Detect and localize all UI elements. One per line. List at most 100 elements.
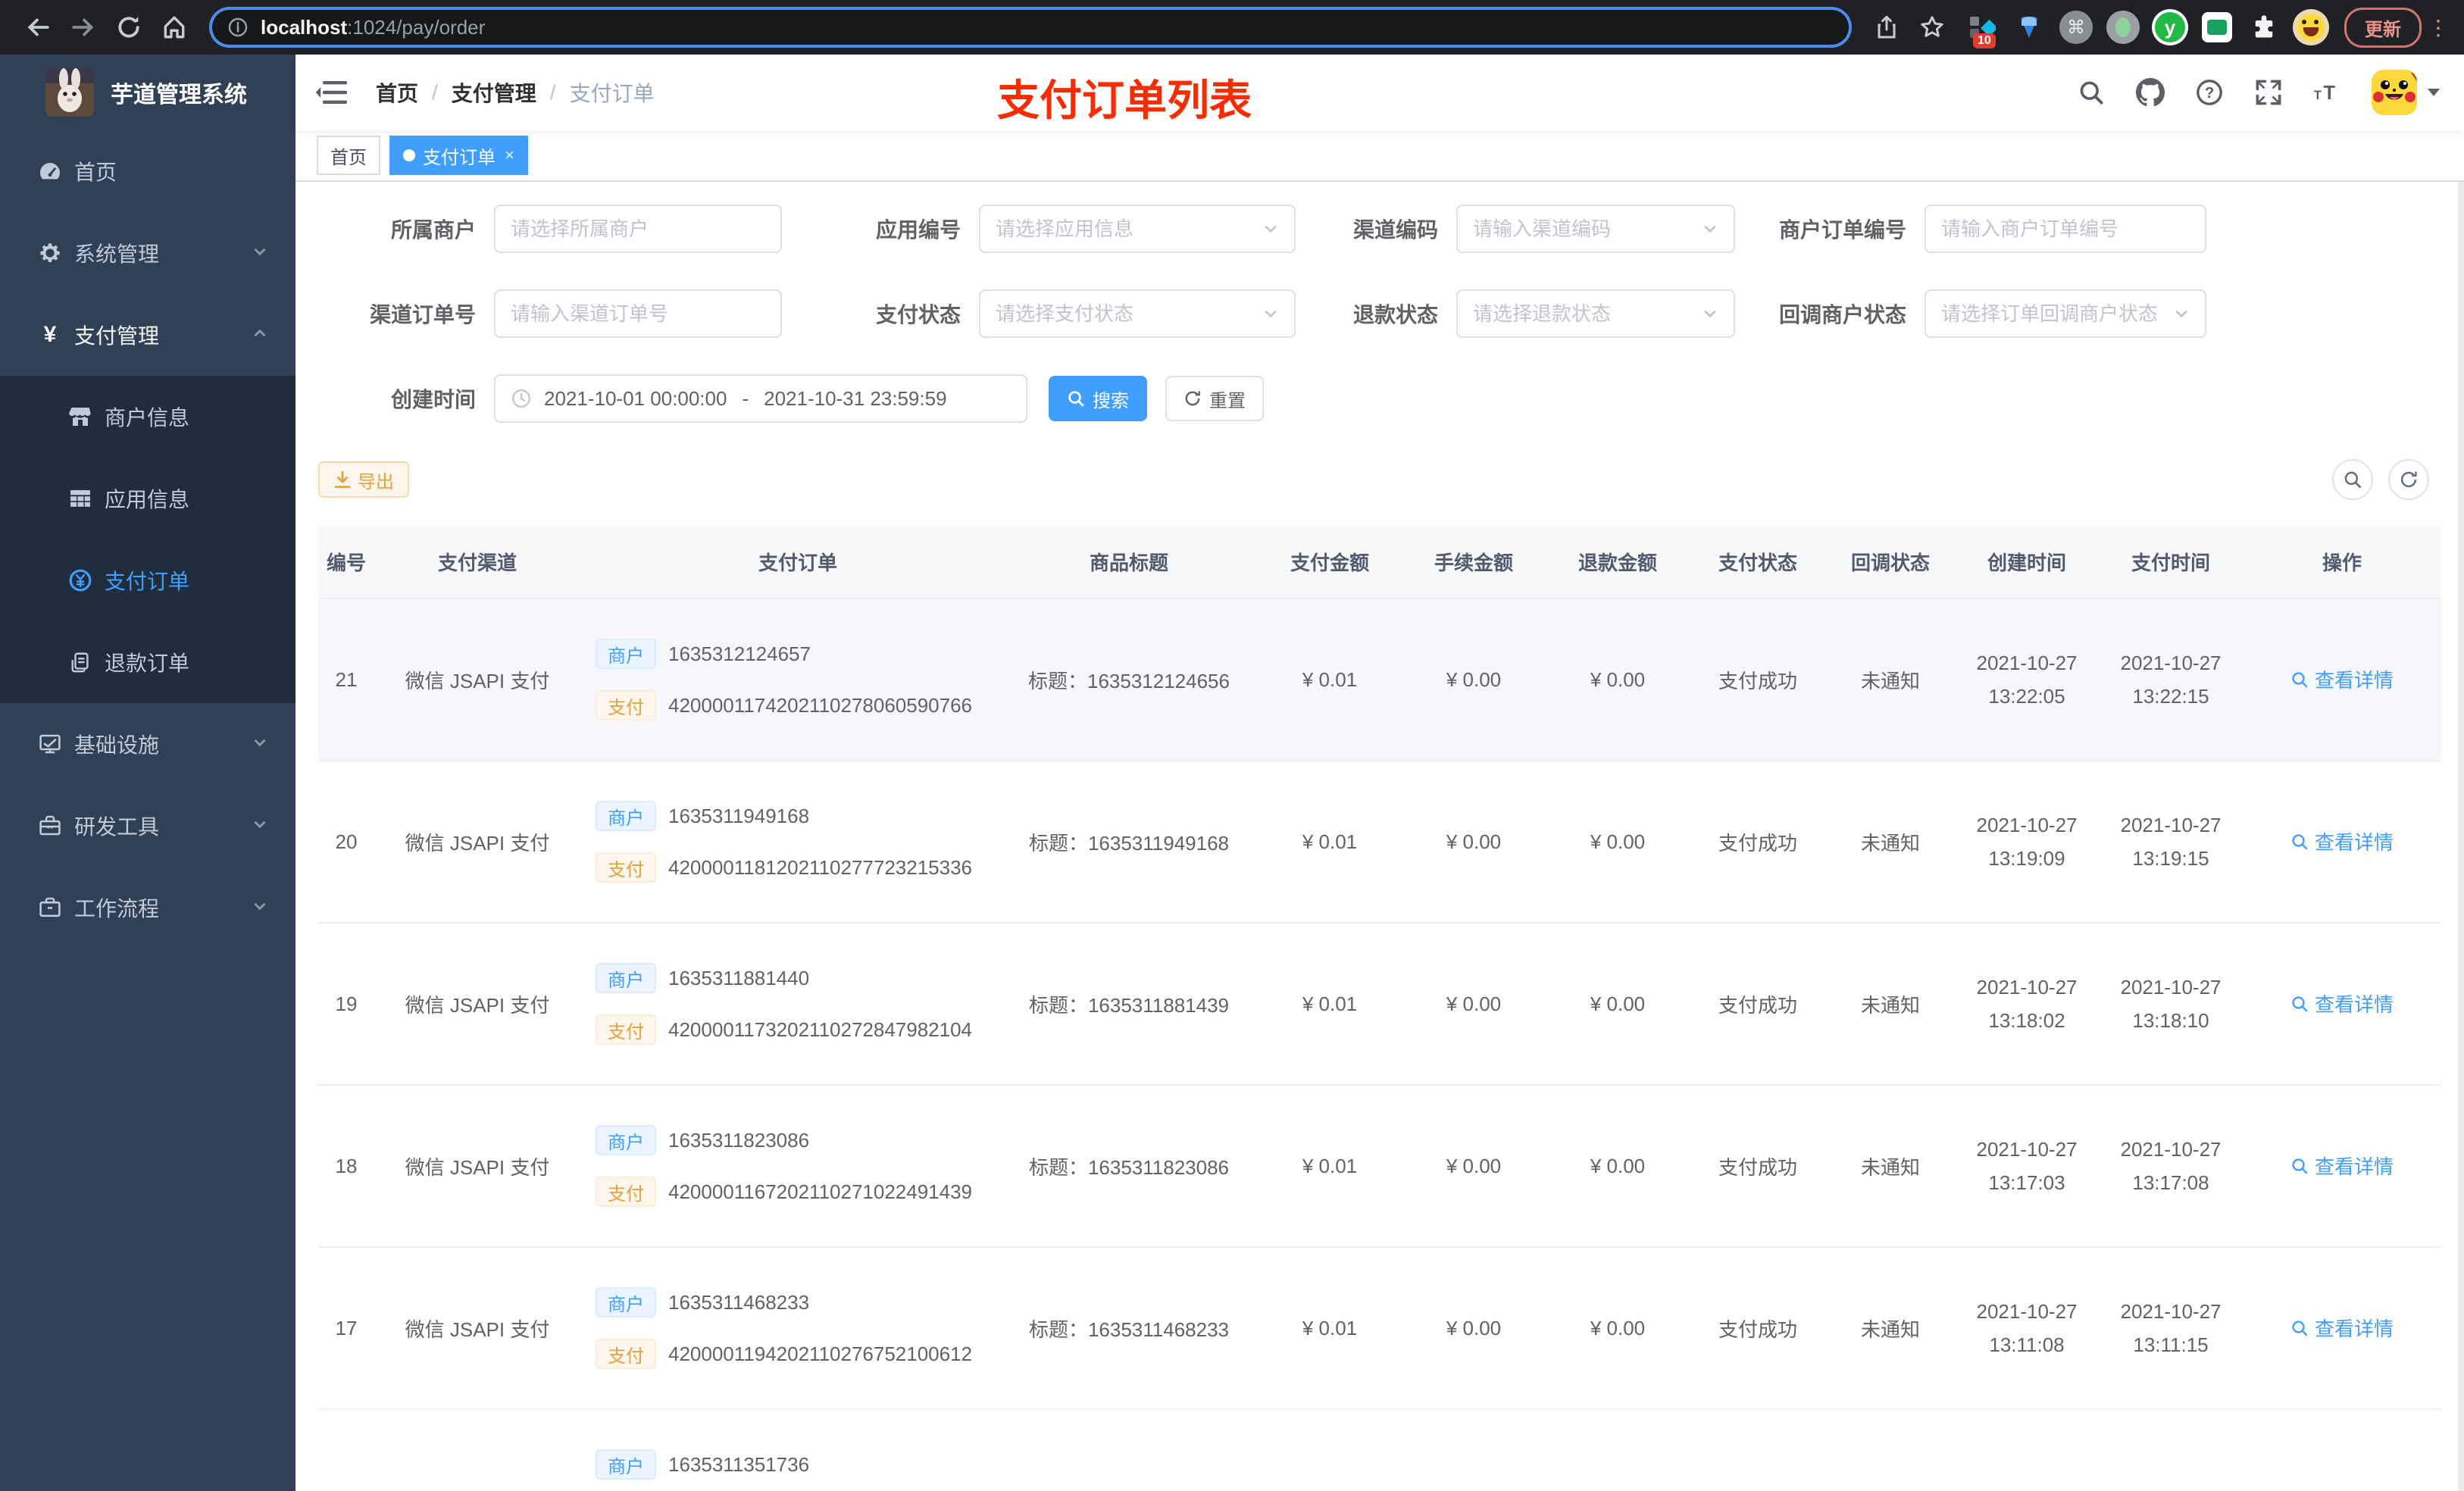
font-size-icon[interactable]: TT <box>2312 77 2343 108</box>
chevron-down-icon <box>252 241 268 265</box>
site-info-icon[interactable] <box>227 17 249 38</box>
update-button[interactable]: 更新 <box>2344 7 2422 48</box>
user-menu[interactable] <box>2372 70 2440 115</box>
merchant-select[interactable] <box>494 205 782 253</box>
sidebar-item-app-info[interactable]: 应用信息 <box>0 458 295 539</box>
github-icon[interactable] <box>2135 77 2165 108</box>
sidebar-collapse-icon[interactable] <box>315 79 349 106</box>
sidebar-item-workflow[interactable]: 工作流程 <box>0 867 295 949</box>
app-title: 芋道管理系统 <box>111 83 247 108</box>
pay-status-label: 支付状态 <box>875 303 961 327</box>
merchant-order-no-field[interactable] <box>1925 205 2206 253</box>
sidebar-item-infrastructure[interactable]: 基础设施 <box>0 703 295 785</box>
filter-row-1: 所属商户 应用编号 渠道编码 商户订单编号 <box>318 205 2441 253</box>
ext-emoji-icon[interactable] <box>2293 9 2329 45</box>
channel-code-input[interactable] <box>1473 217 1696 241</box>
pay-status-input[interactable] <box>996 302 1256 326</box>
sidebar-item-home[interactable]: 首页 <box>0 130 295 212</box>
view-detail-link[interactable]: 查看详情 <box>2290 827 2394 855</box>
app-logo[interactable]: 芋道管理系统 <box>0 55 295 130</box>
create-time-range-picker[interactable]: 2021-10-01 00:00:00 - 2021-10-31 23:59:5… <box>494 374 1027 423</box>
ext-puzzle-icon[interactable] <box>2246 9 2282 45</box>
back-icon[interactable] <box>15 5 61 50</box>
app-select[interactable] <box>979 205 1296 253</box>
help-icon[interactable]: ? <box>2194 77 2225 108</box>
view-detail-link[interactable]: 查看详情 <box>2290 665 2394 693</box>
svg-text:T: T <box>2314 89 2322 102</box>
window-scrollbar[interactable] <box>2458 55 2464 1491</box>
breadcrumb-payment[interactable]: 支付管理 <box>452 77 536 108</box>
pay-tag: 支付 <box>596 690 656 720</box>
breadcrumb-home[interactable]: 首页 <box>376 77 418 108</box>
sidebar-item-pay-order[interactable]: 支付订单 <box>0 539 295 621</box>
fullscreen-icon[interactable] <box>2253 77 2284 108</box>
browser-menu-icon[interactable]: ⋮ <box>2428 15 2449 40</box>
channel-order-no-field[interactable] <box>494 289 782 338</box>
tags-view-bar: 首页 支付订单 × <box>295 130 2464 182</box>
view-detail-link[interactable]: 查看详情 <box>2290 989 2394 1017</box>
col-amount: 支付金额 <box>1258 526 1402 599</box>
forward-icon[interactable] <box>61 5 106 50</box>
view-detail-link[interactable]: 查看详情 <box>2290 1152 2394 1180</box>
sidebar-item-label: 基础设施 <box>74 733 160 757</box>
channel-code-select[interactable] <box>1456 205 1735 253</box>
merchant-label: 所属商户 <box>390 218 476 242</box>
address-bar[interactable]: localhost:1024/pay/order <box>209 7 1852 48</box>
table-row: 18 微信 JSAPI 支付 商户 1635311823086 支付 4200001… <box>318 1085 2441 1248</box>
reload-icon[interactable] <box>106 5 152 50</box>
search-button[interactable]: 搜索 <box>1049 376 1147 421</box>
refund-status-select[interactable] <box>1456 289 1735 338</box>
orders-table: 编号 支付渠道 支付订单 商品标题 支付金额 手续金额 退款金额 支付状态 回调… <box>318 526 2441 1491</box>
breadcrumb: 首页 / 支付管理 / 支付订单 <box>376 77 655 108</box>
ext-tiles-icon[interactable]: 10 <box>1964 9 2000 48</box>
col-actions: 操作 <box>2243 526 2441 599</box>
ext-chat-icon[interactable] <box>2199 9 2235 45</box>
grid-icon <box>68 486 92 511</box>
sidebar-item-refund-order[interactable]: 退款订单 <box>0 621 295 703</box>
search-icon[interactable] <box>2076 77 2106 108</box>
refund-status-input[interactable] <box>1473 302 1696 326</box>
table-row: 21 微信 JSAPI 支付 商户 1635312124657 支付 4200001… <box>318 599 2441 761</box>
date-end[interactable]: 2021-10-31 23:59:59 <box>764 387 946 411</box>
bookmark-star-icon[interactable] <box>1909 5 1955 50</box>
merchant-tag: 商户 <box>596 963 656 993</box>
ext-gem-icon[interactable] <box>2011 9 2047 45</box>
merchant-order-no-input[interactable] <box>1941 217 2190 241</box>
home-icon[interactable] <box>152 5 197 50</box>
channel-order-no-input[interactable] <box>511 302 765 326</box>
chevron-down-icon <box>1702 215 1718 243</box>
callback-status-input[interactable] <box>1941 302 2167 326</box>
title-cell: 标题：1635312124656 <box>1000 599 1258 761</box>
sidebar-item-system[interactable]: 系统管理 <box>0 212 295 294</box>
shop-icon <box>68 405 92 429</box>
breadcrumb-current: 支付订单 <box>569 82 655 105</box>
app-input[interactable] <box>996 217 1256 241</box>
ext-green-dot-icon[interactable] <box>2105 9 2141 45</box>
reset-button[interactable]: 重置 <box>1165 376 1264 421</box>
col-title: 商品标题 <box>1000 526 1258 599</box>
merchant-tag: 商户 <box>596 1125 656 1155</box>
pay-status-select[interactable] <box>979 289 1296 338</box>
tab-pay-order[interactable]: 支付订单 × <box>389 136 528 175</box>
merchant-tag: 商户 <box>596 1287 656 1318</box>
page-title-annotation: 支付订单列表 <box>997 77 1252 124</box>
show-search-button[interactable] <box>2332 459 2373 500</box>
callback-status-select[interactable] <box>1925 289 2206 338</box>
share-icon[interactable] <box>1864 5 1909 50</box>
export-button[interactable]: 导出 <box>318 461 409 498</box>
browser-toolbar: localhost:1024/pay/order 10 ⌘ y 更新 ⋮ <box>0 0 2464 55</box>
tab-home[interactable]: 首页 <box>317 136 380 175</box>
table-row: 17 微信 JSAPI 支付 商户 1635311468233 支付 4200001… <box>318 1247 2441 1410</box>
date-start[interactable]: 2021-10-01 00:00:00 <box>544 387 727 411</box>
ext-command-icon[interactable]: ⌘ <box>2058 9 2094 45</box>
refund-status-label: 退款状态 <box>1352 303 1438 327</box>
sidebar-item-payment[interactable]: ¥ 支付管理 <box>0 294 295 376</box>
sidebar-item-devtools[interactable]: 研发工具 <box>0 785 295 867</box>
merchant-input[interactable] <box>511 217 765 241</box>
view-detail-link[interactable]: 查看详情 <box>2290 1314 2394 1342</box>
close-icon[interactable]: × <box>505 145 514 165</box>
sidebar-item-merchant-info[interactable]: 商户信息 <box>0 376 295 458</box>
avatar <box>2372 70 2417 115</box>
refresh-button[interactable] <box>2388 459 2429 500</box>
ext-y-icon[interactable]: y <box>2152 9 2188 45</box>
